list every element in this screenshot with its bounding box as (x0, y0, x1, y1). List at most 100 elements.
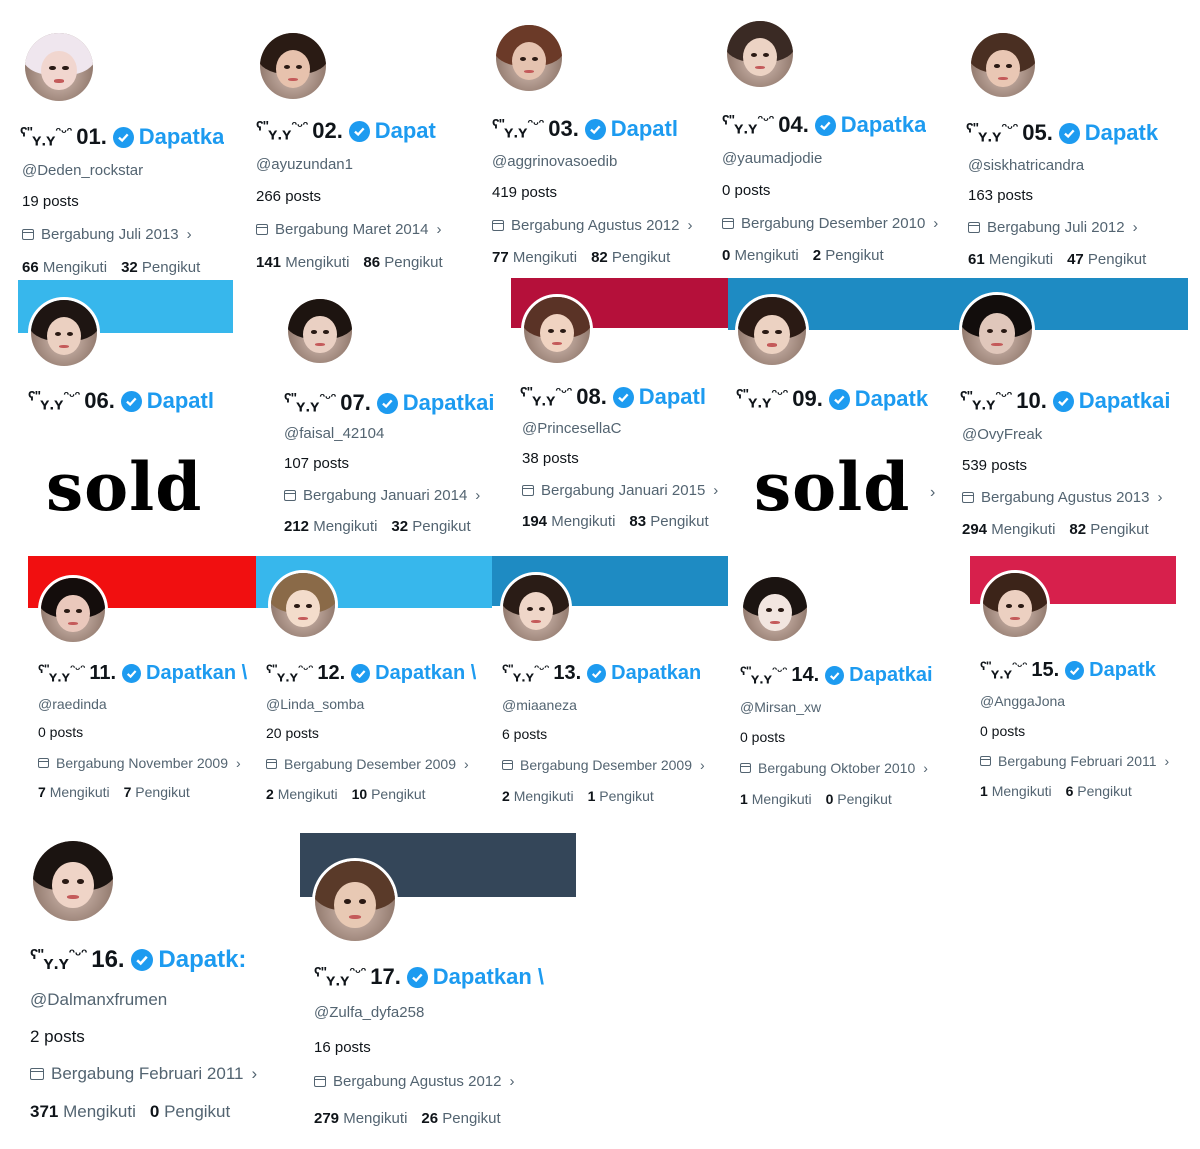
get-verified-link[interactable]: Dapatkai (849, 664, 932, 687)
followers-link[interactable]: 86 Pengikut (363, 254, 442, 271)
get-verified-link[interactable]: Dapatk (1089, 659, 1156, 682)
following-link[interactable]: 1 Mengikuti (980, 783, 1052, 799)
get-verified-link[interactable]: Dapatkan (611, 662, 701, 685)
followers-link[interactable]: 7 Pengikut (124, 784, 190, 800)
join-date[interactable]: Bergabung Januari 2014 › (284, 487, 480, 504)
get-verified-link[interactable]: Dapatkan \ (146, 662, 247, 685)
avatar[interactable] (30, 838, 116, 924)
get-verified-link[interactable]: Dapatkai (1079, 388, 1171, 414)
followers-link[interactable]: 6 Pengikut (1066, 783, 1132, 799)
get-verified-link[interactable]: Dapatl (639, 384, 706, 410)
get-verified-link[interactable]: Dapatk (1085, 120, 1158, 146)
followers-link[interactable]: 82 Pengikut (1069, 521, 1148, 538)
username-handle[interactable]: @Zulfa_dyfa258 (314, 1004, 424, 1021)
avatar[interactable] (312, 858, 398, 944)
join-date[interactable]: Bergabung Agustus 2013 › (962, 489, 1162, 506)
avatar[interactable] (968, 30, 1038, 100)
followers-link[interactable]: 0 Pengikut (826, 791, 892, 807)
username-handle[interactable]: @Linda_somba (266, 696, 364, 712)
following-link[interactable]: 294 Mengikuti (962, 521, 1055, 538)
join-date[interactable]: Bergabung Juli 2013 › (22, 226, 192, 243)
followers-link[interactable]: 1 Pengikut (588, 788, 654, 804)
avatar[interactable] (740, 574, 810, 644)
get-verified-link[interactable]: Dapatk (855, 386, 928, 412)
following-link[interactable]: 212 Mengikuti (284, 518, 377, 535)
followers-link[interactable]: 32 Pengikut (391, 518, 470, 535)
following-link[interactable]: 371 Mengikuti (30, 1102, 136, 1121)
join-date[interactable]: Bergabung Desember 2010 › (722, 215, 938, 232)
username-handle[interactable]: @Dalmanxfrumen (30, 990, 167, 1010)
join-date[interactable]: Bergabung Februari 2011 › (980, 753, 1169, 769)
followers-link[interactable]: 82 Pengikut (591, 249, 670, 266)
avatar[interactable] (959, 292, 1035, 368)
avatar[interactable] (735, 294, 809, 368)
get-verified-link[interactable]: Dapatl (147, 388, 214, 414)
following-link[interactable]: 7 Mengikuti (38, 784, 110, 800)
get-verified-link[interactable]: Dapatkai (403, 390, 495, 416)
followers-link[interactable]: 83 Pengikut (629, 513, 708, 530)
following-link[interactable]: 194 Mengikuti (522, 513, 615, 530)
join-date[interactable]: Bergabung Agustus 2012 › (314, 1073, 514, 1090)
followers-link[interactable]: 32 Pengikut (121, 259, 200, 276)
followers-link[interactable]: 10 Pengikut (352, 786, 426, 802)
avatar[interactable] (38, 575, 108, 645)
username-handle[interactable]: @yaumadjodie (722, 150, 822, 167)
following-link[interactable]: 279 Mengikuti (314, 1110, 407, 1127)
avatar[interactable] (28, 297, 100, 369)
username-handle[interactable]: @ayuzundan1 (256, 156, 353, 173)
follow-stats: 61 Mengikuti 47 Pengikut (968, 251, 1146, 268)
get-verified-link[interactable]: Dapatkan \ (375, 662, 476, 685)
following-link[interactable]: 2 Mengikuti (266, 786, 338, 802)
join-date[interactable]: Bergabung Oktober 2010 › (740, 760, 928, 776)
following-link[interactable]: 1 Mengikuti (740, 791, 812, 807)
following-link[interactable]: 141 Mengikuti (256, 254, 349, 271)
avatar[interactable] (268, 570, 338, 640)
followers-link[interactable]: 26 Pengikut (421, 1110, 500, 1127)
username-handle[interactable]: @siskhatricandra (968, 157, 1084, 174)
join-date[interactable]: Bergabung Juli 2012 › (968, 219, 1138, 236)
username-handle[interactable]: @PrincesellaC (522, 420, 621, 437)
calendar-icon (502, 760, 513, 770)
following-link[interactable]: 2 Mengikuti (502, 788, 574, 804)
following-link[interactable]: 77 Mengikuti (492, 249, 577, 266)
username-handle[interactable]: @Mirsan_xw (740, 699, 821, 715)
username-handle[interactable]: @aggrinovasoedib (492, 153, 617, 170)
username-handle[interactable]: @OvyFreak (962, 426, 1042, 443)
avatar[interactable] (493, 22, 565, 94)
join-date[interactable]: Bergabung November 2009 › (38, 755, 241, 771)
join-date[interactable]: Bergabung Desember 2009 › (502, 757, 705, 773)
following-label: Mengikuti (551, 513, 616, 530)
avatar[interactable] (285, 296, 355, 366)
get-verified-link[interactable]: Dapatkan \ (433, 964, 544, 990)
avatar[interactable] (257, 30, 329, 102)
get-verified-link[interactable]: Dapat (375, 118, 436, 144)
get-verified-link[interactable]: Dapatka (139, 124, 225, 150)
username-handle[interactable]: @Deden_rockstar (22, 162, 143, 179)
followers-link[interactable]: 2 Pengikut (813, 247, 884, 264)
sold-label: sold (754, 448, 911, 526)
get-verified-link[interactable]: Dapatk: (158, 946, 246, 974)
username-handle[interactable]: @raedinda (38, 696, 107, 712)
avatar[interactable] (500, 572, 572, 644)
join-date[interactable]: Bergabung Agustus 2012 › (492, 217, 692, 234)
join-date[interactable]: Bergabung Februari 2011 › (30, 1064, 257, 1084)
join-date[interactable]: Bergabung Desember 2009 › (266, 756, 469, 772)
kaomoji-eyes: ʏ.ʏ (296, 397, 320, 416)
followers-link[interactable]: 0 Pengikut (150, 1102, 230, 1121)
chevron-right-icon[interactable]: › (930, 484, 935, 502)
avatar[interactable] (22, 30, 96, 104)
following-link[interactable]: 0 Mengikuti (722, 247, 799, 264)
following-link[interactable]: 66 Mengikuti (22, 259, 107, 276)
join-date[interactable]: Bergabung Maret 2014 › (256, 221, 441, 238)
username-handle[interactable]: @faisal_42104 (284, 425, 384, 442)
avatar[interactable] (724, 18, 796, 90)
avatar[interactable] (980, 570, 1050, 640)
get-verified-link[interactable]: Dapatl (611, 116, 678, 142)
followers-link[interactable]: 47 Pengikut (1067, 251, 1146, 268)
avatar[interactable] (521, 294, 593, 366)
following-link[interactable]: 61 Mengikuti (968, 251, 1053, 268)
username-handle[interactable]: @AnggaJona (980, 693, 1065, 709)
join-date[interactable]: Bergabung Januari 2015 › (522, 482, 718, 499)
username-handle[interactable]: @miaaneza (502, 697, 577, 713)
get-verified-link[interactable]: Dapatka (841, 112, 927, 138)
